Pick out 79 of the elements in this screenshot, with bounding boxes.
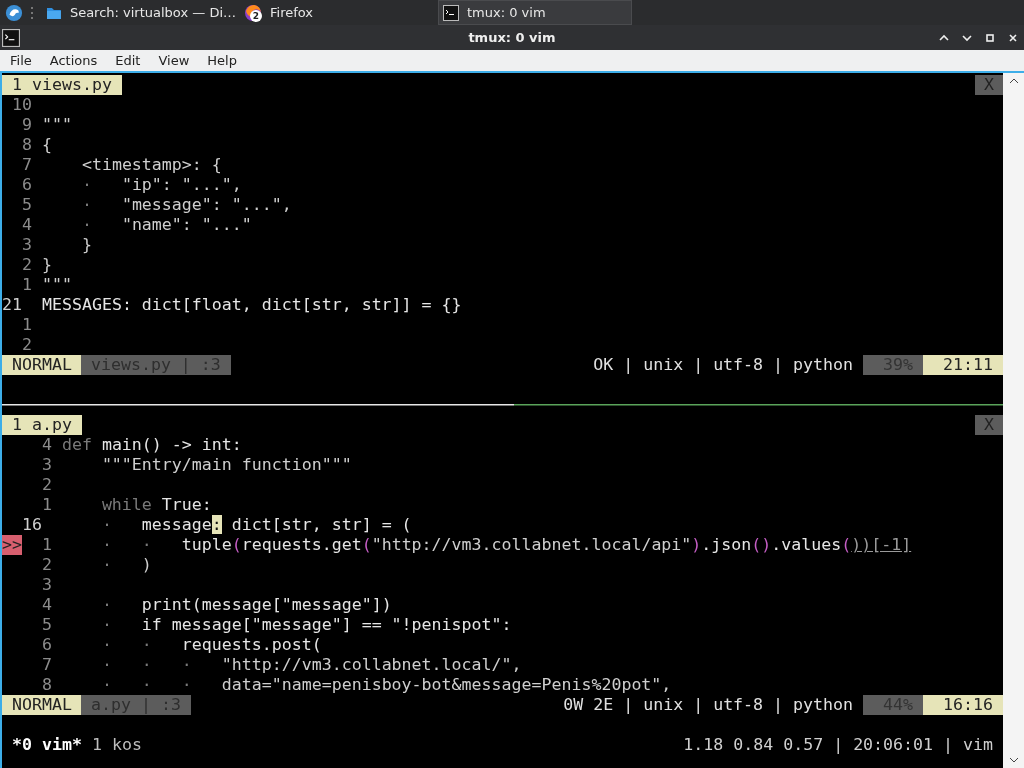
line-number: 9 bbox=[20, 115, 32, 135]
line-number: 3 bbox=[40, 575, 52, 595]
terminal-icon bbox=[443, 4, 459, 21]
menu-item[interactable]: Actions bbox=[39, 53, 106, 68]
code-line: } bbox=[80, 235, 92, 255]
code-line: """Entry/main function""" bbox=[100, 455, 352, 475]
cursor-position: 16:16 bbox=[923, 695, 1003, 715]
line-number: 4 bbox=[20, 215, 32, 235]
buffer-tab[interactable]: 1 a.py bbox=[2, 415, 82, 435]
scroll-up-icon[interactable] bbox=[1008, 77, 1019, 85]
code-line: · "name": "..." bbox=[80, 215, 252, 235]
code-line: · · tuple(requests.get("http://vm3.collabnet.local/api").json().values())[-1] bbox=[100, 535, 912, 555]
line-number: 2 bbox=[20, 255, 32, 275]
line-number: 5 bbox=[20, 195, 32, 215]
line-number: 4 bbox=[40, 595, 52, 615]
line-number: 7 bbox=[20, 155, 32, 175]
code-line: · ) bbox=[100, 555, 152, 575]
code-line: } bbox=[41, 255, 52, 275]
line-number: 8 bbox=[20, 135, 32, 155]
code-line: { bbox=[41, 135, 52, 155]
menu-item[interactable]: Help bbox=[197, 53, 245, 68]
line-number: 6 bbox=[20, 175, 32, 195]
line-number: 1 bbox=[20, 275, 32, 295]
line-number: 2 bbox=[40, 555, 52, 575]
menu-item[interactable]: File bbox=[0, 53, 40, 68]
taskbar-task[interactable]: tmux: 0 vim bbox=[438, 0, 632, 25]
task-title: Firefox bbox=[270, 5, 314, 20]
line-number: 4 bbox=[40, 435, 52, 455]
scrollbar[interactable] bbox=[1003, 73, 1024, 768]
line-number: 21 bbox=[2, 295, 23, 315]
code-line: · if message["message"] == "!penispot": bbox=[100, 615, 512, 635]
menu-item[interactable]: Edit bbox=[105, 53, 149, 68]
code-line: · "message": "...", bbox=[80, 195, 292, 215]
line-number: 2 bbox=[20, 335, 32, 355]
code-line: <timestamp>: { bbox=[80, 155, 222, 175]
code-line: · message: dict[str, str] = ( bbox=[100, 515, 412, 535]
line-number: 6 bbox=[40, 635, 52, 655]
tmux-status-info: 1.18 0.84 0.57 | 20:06:01 | vim bbox=[683, 735, 994, 755]
maximize-icon[interactable] bbox=[984, 31, 996, 44]
scroll-down-icon[interactable] bbox=[1008, 756, 1019, 764]
code-line: """ bbox=[41, 115, 72, 135]
code-line: while True: bbox=[100, 495, 212, 515]
code-line: · "ip": "...", bbox=[80, 175, 242, 195]
buffer-tab[interactable]: 1 views.py bbox=[2, 75, 122, 95]
folder-icon bbox=[46, 5, 62, 20]
grip-icon bbox=[30, 5, 34, 20]
line-number: 2 bbox=[40, 475, 52, 495]
line-number: 1 bbox=[40, 495, 52, 515]
line-number: 16 bbox=[21, 515, 43, 535]
code-line: · · · data="name=penisboy-bot&message=Penis%20pot", bbox=[100, 675, 672, 695]
file-format-info: OK | unix | utf-8 | python bbox=[593, 355, 854, 375]
line-number: 1 bbox=[40, 535, 52, 555]
code-line: """ bbox=[41, 275, 72, 295]
breakpoint-sign: >> bbox=[2, 535, 22, 555]
code-line: · print(message["message"]) bbox=[100, 595, 392, 615]
launcher-icon[interactable] bbox=[5, 3, 23, 22]
task-title: Search: virtualbox — Di… bbox=[69, 5, 236, 20]
line-number: 1 bbox=[20, 315, 32, 335]
close-icon[interactable] bbox=[1007, 31, 1019, 44]
line-number: 10 bbox=[11, 95, 32, 115]
window-title: tmux: 0 vim bbox=[468, 30, 556, 45]
line-number: 3 bbox=[20, 235, 32, 255]
terminal-icon bbox=[2, 28, 20, 47]
file-format-info: 0W 2E | unix | utf-8 | python bbox=[563, 695, 854, 715]
tmux-window[interactable]: *0 vim* bbox=[12, 735, 82, 755]
code-line: · · · "http://vm3.collabnet.local/", bbox=[100, 655, 522, 675]
mode-indicator: NORMAL bbox=[2, 355, 81, 375]
line-number: 5 bbox=[40, 615, 52, 635]
line-number: 3 bbox=[40, 455, 52, 475]
code-line: def main() -> int: bbox=[61, 435, 242, 455]
task-title: tmux: 0 vim bbox=[467, 5, 546, 20]
code-line: · · requests.post( bbox=[100, 635, 322, 655]
cursor-position: 21:11 bbox=[923, 355, 1003, 375]
mode-indicator: NORMAL bbox=[2, 695, 81, 715]
menu-item[interactable]: View bbox=[148, 53, 198, 68]
line-number: 7 bbox=[40, 655, 52, 675]
tmux-window[interactable]: 1 kos bbox=[91, 735, 142, 755]
code-line: MESSAGES: dict[float, dict[str, str]] = {} bbox=[41, 295, 462, 315]
line-number: 8 bbox=[40, 675, 52, 695]
